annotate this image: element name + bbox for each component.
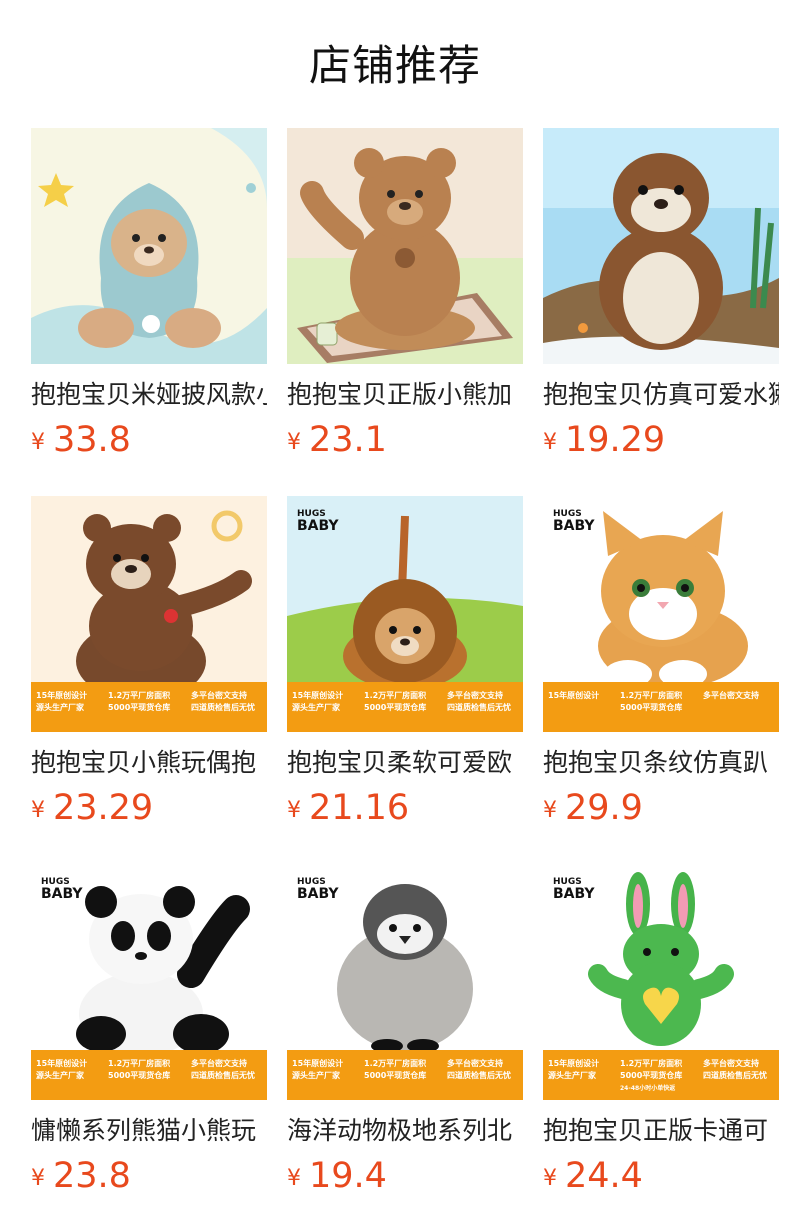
price-amount: 23.29 bbox=[53, 788, 154, 828]
banner-col2-line1: 1.2万平厂房面积 bbox=[364, 690, 426, 700]
product-card[interactable]: 抱抱宝贝仿真可爱水獭 ¥19.29 bbox=[543, 128, 779, 468]
banner-col1-line1: 15年原创设计 bbox=[548, 690, 599, 700]
product-name[interactable]: 抱抱宝贝正版卡通可 bbox=[543, 1114, 779, 1148]
banner-col1-line2: 源头生产厂家 bbox=[36, 1070, 85, 1080]
price-amount: 19.4 bbox=[309, 1156, 387, 1196]
product-price: ¥21.16 bbox=[287, 786, 523, 836]
teddy-bear-blue-hoodie-icon[interactable] bbox=[31, 128, 267, 364]
banner-col1-line2: 源头生产厂家 bbox=[292, 1070, 341, 1080]
banner-col2-line1: 1.2万平厂房面积 bbox=[620, 1058, 682, 1068]
product-name[interactable]: 抱抱宝贝条纹仿真趴 bbox=[543, 746, 779, 780]
banner-col2-line2: 5000平现货仓库 bbox=[620, 702, 682, 712]
product-card[interactable]: HUGS BABY 15年原创设计 源头生产厂家 1.2万平厂房面积 5000平… bbox=[287, 864, 523, 1204]
currency-symbol: ¥ bbox=[287, 430, 301, 455]
price-amount: 21.16 bbox=[309, 788, 410, 828]
banner-col3-line2: 四道质检售后无忧 bbox=[447, 1070, 511, 1080]
currency-symbol: ¥ bbox=[31, 798, 45, 823]
banner-col2-line2: 5000平现货仓库 bbox=[364, 702, 426, 712]
green-rabbit-plush-icon[interactable]: HUGS BABY 15年原创设计 源头生产厂家 1.2万平厂房面积 5000平… bbox=[543, 864, 779, 1100]
price-amount: 19.29 bbox=[565, 420, 666, 460]
banner-col1-line1: 15年原创设计 bbox=[292, 1058, 343, 1068]
banner-col2-line2: 5000平现货仓库 bbox=[108, 702, 170, 712]
banner-col3-line2: 四道质检售后无忧 bbox=[191, 702, 255, 712]
banner-col3-line1: 多平台密文支持 bbox=[447, 690, 503, 700]
banner-col2-line2: 5000平现货仓库 bbox=[108, 1070, 170, 1080]
product-price: ¥23.29 bbox=[31, 786, 267, 836]
product-name[interactable]: 抱抱宝贝仿真可爱水獭 bbox=[543, 378, 779, 412]
brown-bear-plush-icon[interactable]: 15年原创设计 源头生产厂家 1.2万平厂房面积 5000平现货仓库 多平台密文… bbox=[31, 496, 267, 732]
banner-col3-line1: 多平台密文支持 bbox=[191, 690, 247, 700]
price-amount: 23.1 bbox=[309, 420, 387, 460]
lion-plush-icon[interactable]: HUGS BABY 15年原创设计 源头生产厂家 1.2万平厂房面积 5000平… bbox=[287, 496, 523, 732]
store-recommendations-page: 店铺推荐 抱抱宝贝米娅披风款 ¥ 33.8 抱抱宝贝正版小熊加 ¥ 23.1 抱… bbox=[0, 0, 790, 1232]
product-price: ¥29.9 bbox=[543, 786, 779, 836]
banner-col1-line1: 15年原创设计 bbox=[292, 690, 343, 700]
banner-col2-line1: 1.2万平厂房面积 bbox=[620, 690, 682, 700]
product-card[interactable]: 抱抱宝贝米娅披风款小熊 ¥33.8 bbox=[31, 128, 267, 468]
banner-col3-line2: 四道质检售后无忧 bbox=[703, 1070, 767, 1080]
panda-plush-icon[interactable]: HUGS BABY 15年原创设计 源头生产厂家 1.2万平厂房面积 5000平… bbox=[31, 864, 267, 1100]
section-title: 店铺推荐 bbox=[308, 41, 481, 90]
banner-col1-line1: 15年原创设计 bbox=[548, 1058, 599, 1068]
banner-col1-line1: 15年原创设计 bbox=[36, 1058, 87, 1068]
price-amount: 33.8 bbox=[53, 420, 131, 460]
banner-col2-line2: 5000平现货仓库 bbox=[620, 1070, 682, 1080]
product-price: ¥33.8 bbox=[31, 418, 267, 468]
currency-symbol: ¥ bbox=[287, 798, 301, 823]
banner-col1-line2: 源头生产厂家 bbox=[548, 1070, 597, 1080]
banner-col2-line1: 1.2万平厂房面积 bbox=[108, 1058, 170, 1068]
banner-col3-line1: 多平台密文支持 bbox=[703, 1058, 759, 1068]
product-price: ¥24.4 bbox=[543, 1154, 779, 1204]
product-name[interactable]: 抱抱宝贝米娅披风款小熊 bbox=[31, 378, 267, 412]
product-price: ¥19.29 bbox=[543, 418, 779, 468]
banner-col1-line2: 源头生产厂家 bbox=[36, 702, 85, 712]
currency-symbol: ¥ bbox=[543, 1166, 557, 1191]
product-card[interactable]: HUGS BABY 15年原创设计 1.2万平厂房面积 5000平现货仓库 多平… bbox=[543, 496, 779, 836]
banner-col2-line2: 5000平现货仓库 bbox=[364, 1070, 426, 1080]
banner-col2-line3: 24-48小时小单快返 bbox=[620, 1084, 675, 1092]
banner-col1-line2: 源头生产厂家 bbox=[292, 702, 341, 712]
brand-logo-bottom: BABY bbox=[41, 886, 83, 902]
product-card[interactable]: HUGS BABY 15年原创设计 源头生产厂家 1.2万平厂房面积 5000平… bbox=[287, 496, 523, 836]
product-name[interactable]: 抱抱宝贝小熊玩偶抱 bbox=[31, 746, 267, 780]
banner-col3-line1: 多平台密文支持 bbox=[191, 1058, 247, 1068]
product-card[interactable]: HUGS BABY 15年原创设计 源头生产厂家 1.2万平厂房面积 5000平… bbox=[31, 864, 267, 1204]
currency-symbol: ¥ bbox=[31, 1166, 45, 1191]
product-card[interactable]: 抱抱宝贝正版小熊加 ¥23.1 bbox=[287, 128, 523, 468]
currency-symbol: ¥ bbox=[543, 430, 557, 455]
product-name[interactable]: 抱抱宝贝正版小熊加 bbox=[287, 378, 523, 412]
banner-col2-line1: 1.2万平厂房面积 bbox=[364, 1058, 426, 1068]
brand-logo-bottom: BABY bbox=[553, 886, 595, 902]
price-amount: 24.4 bbox=[565, 1156, 643, 1196]
price-amount: 29.9 bbox=[565, 788, 643, 828]
banner-col2-line1: 1.2万平厂房面积 bbox=[108, 690, 170, 700]
price-amount: 23.8 bbox=[53, 1156, 131, 1196]
banner-col3-line2: 四道质检售后无忧 bbox=[191, 1070, 255, 1080]
currency-symbol: ¥ bbox=[31, 430, 45, 455]
product-name[interactable]: 抱抱宝贝柔软可爱欧 bbox=[287, 746, 523, 780]
product-price: ¥19.4 bbox=[287, 1154, 523, 1204]
product-card[interactable]: 15年原创设计 源头生产厂家 1.2万平厂房面积 5000平现货仓库 多平台密文… bbox=[31, 496, 267, 836]
brand-logo-bottom: BABY bbox=[297, 518, 339, 534]
brown-teddy-bear-icon[interactable] bbox=[287, 128, 523, 364]
banner-col1-line1: 15年原创设计 bbox=[36, 690, 87, 700]
banner-col3-line2: 四道质检售后无忧 bbox=[447, 702, 511, 712]
orange-cat-plush-icon[interactable]: HUGS BABY 15年原创设计 1.2万平厂房面积 5000平现货仓库 多平… bbox=[543, 496, 779, 732]
product-name[interactable]: 海洋动物极地系列北 bbox=[287, 1114, 523, 1148]
banner-col3-line1: 多平台密文支持 bbox=[703, 690, 759, 700]
product-price: ¥23.1 bbox=[287, 418, 523, 468]
product-price: ¥23.8 bbox=[31, 1154, 267, 1204]
brand-logo-bottom: BABY bbox=[553, 518, 595, 534]
product-card[interactable]: HUGS BABY 15年原创设计 源头生产厂家 1.2万平厂房面积 5000平… bbox=[543, 864, 779, 1204]
penguin-plush-icon[interactable]: HUGS BABY 15年原创设计 源头生产厂家 1.2万平厂房面积 5000平… bbox=[287, 864, 523, 1100]
currency-symbol: ¥ bbox=[543, 798, 557, 823]
currency-symbol: ¥ bbox=[287, 1166, 301, 1191]
banner-col3-line1: 多平台密文支持 bbox=[447, 1058, 503, 1068]
product-name[interactable]: 慵懒系列熊猫小熊玩 bbox=[31, 1114, 267, 1148]
brand-logo-bottom: BABY bbox=[297, 886, 339, 902]
otter-plush-icon[interactable] bbox=[543, 128, 779, 364]
